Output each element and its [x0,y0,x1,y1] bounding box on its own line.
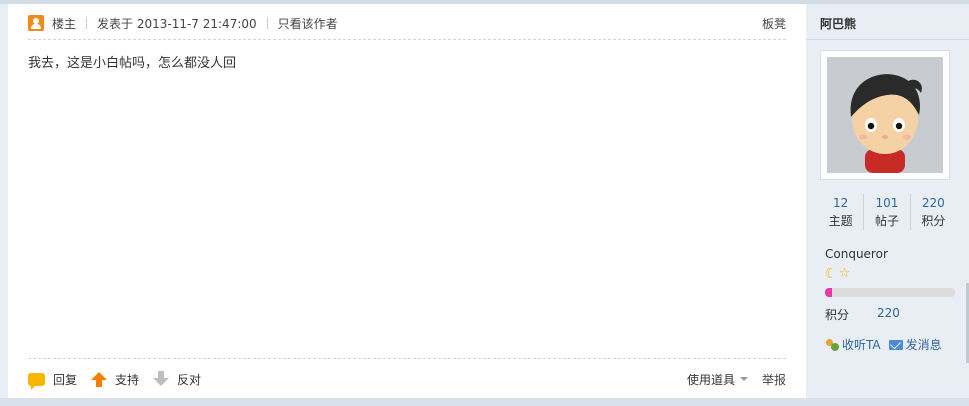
author-name[interactable]: 阿巴熊 [820,15,856,32]
support-label: 支持 [115,372,140,387]
score-value: 220 [877,306,900,320]
bottom-divider [0,398,969,406]
stat-value: 101 [875,196,899,210]
mail-icon [888,339,903,350]
posted-time: 发表于 2013-11-7 21:47:00 [97,16,257,31]
post-footer: 回复 支持 反对 使用道具 举报 [28,368,786,390]
stat-topics[interactable]: 12 主题 [818,194,863,230]
follow-button[interactable]: 收听TA [825,336,881,353]
follow-label: 收听TA [842,338,881,352]
floor-label[interactable]: 板凳 [762,15,786,32]
owner-label: 楼主 [52,16,77,31]
message-button[interactable]: 发消息 [888,336,942,353]
support-button[interactable]: 支持 [91,371,139,388]
sidebar-divider [806,39,969,40]
thumbs-down-arrow-icon [153,371,170,386]
follow-users-icon [825,338,839,351]
reply-label: 回复 [53,372,78,387]
thumbs-up-arrow-icon [91,372,108,387]
footer-divider [28,358,786,359]
use-tools-dropdown[interactable]: 使用道具 [687,371,748,388]
only-author-link[interactable]: 只看该作者 [278,15,338,32]
cartoon-avatar-icon [827,57,943,173]
star-icon: ☆ [838,266,851,281]
author-sidebar: 阿巴熊 12 主题 101 帖子 220 积分 Conqueror ☾ ☆ 积分… [806,4,969,399]
header-divider [28,39,786,40]
oppose-label: 反对 [177,372,202,387]
stat-label: 帖子 [874,214,899,228]
stat-value: 12 [833,196,849,210]
rank-progress-bar [825,288,955,297]
moon-icon: ☾ [825,266,838,282]
chevron-down-icon [739,377,748,381]
stat-points[interactable]: 220 积分 [909,194,956,230]
stat-label: 积分 [921,214,946,228]
message-label: 发消息 [905,338,942,352]
rank-medals: ☾ ☆ [825,266,850,282]
divider [266,17,268,29]
post-main: 楼主 发表于 2013-11-7 21:47:00 只看该作者 板凳 我去，这是… [8,4,806,399]
oppose-button[interactable]: 反对 [153,371,201,388]
thread-owner-icon [28,15,44,31]
score-row: 积分 220 [825,306,900,323]
avatar-image [827,57,943,173]
reply-button[interactable]: 回复 [28,371,78,390]
post-header: 楼主 发表于 2013-11-7 21:47:00 只看该作者 板凳 [28,12,786,34]
stat-label: 主题 [828,214,853,228]
tools-label: 使用道具 [686,372,735,387]
author-stats: 12 主题 101 帖子 220 积分 [818,194,956,230]
author-actions: 收听TA 发消息 [825,336,950,353]
stat-value: 220 [921,196,945,210]
avatar[interactable] [820,50,950,180]
report-link[interactable]: 举报 [762,371,786,388]
divider [86,17,88,29]
reply-icon [28,372,45,390]
stat-posts[interactable]: 101 帖子 [863,194,909,230]
score-label: 积分 [825,308,850,322]
post-content: 我去，这是小白帖吗，怎么都没人回 [28,56,237,71]
author-rank: Conqueror [825,247,888,261]
rank-progress-fill [825,288,832,297]
